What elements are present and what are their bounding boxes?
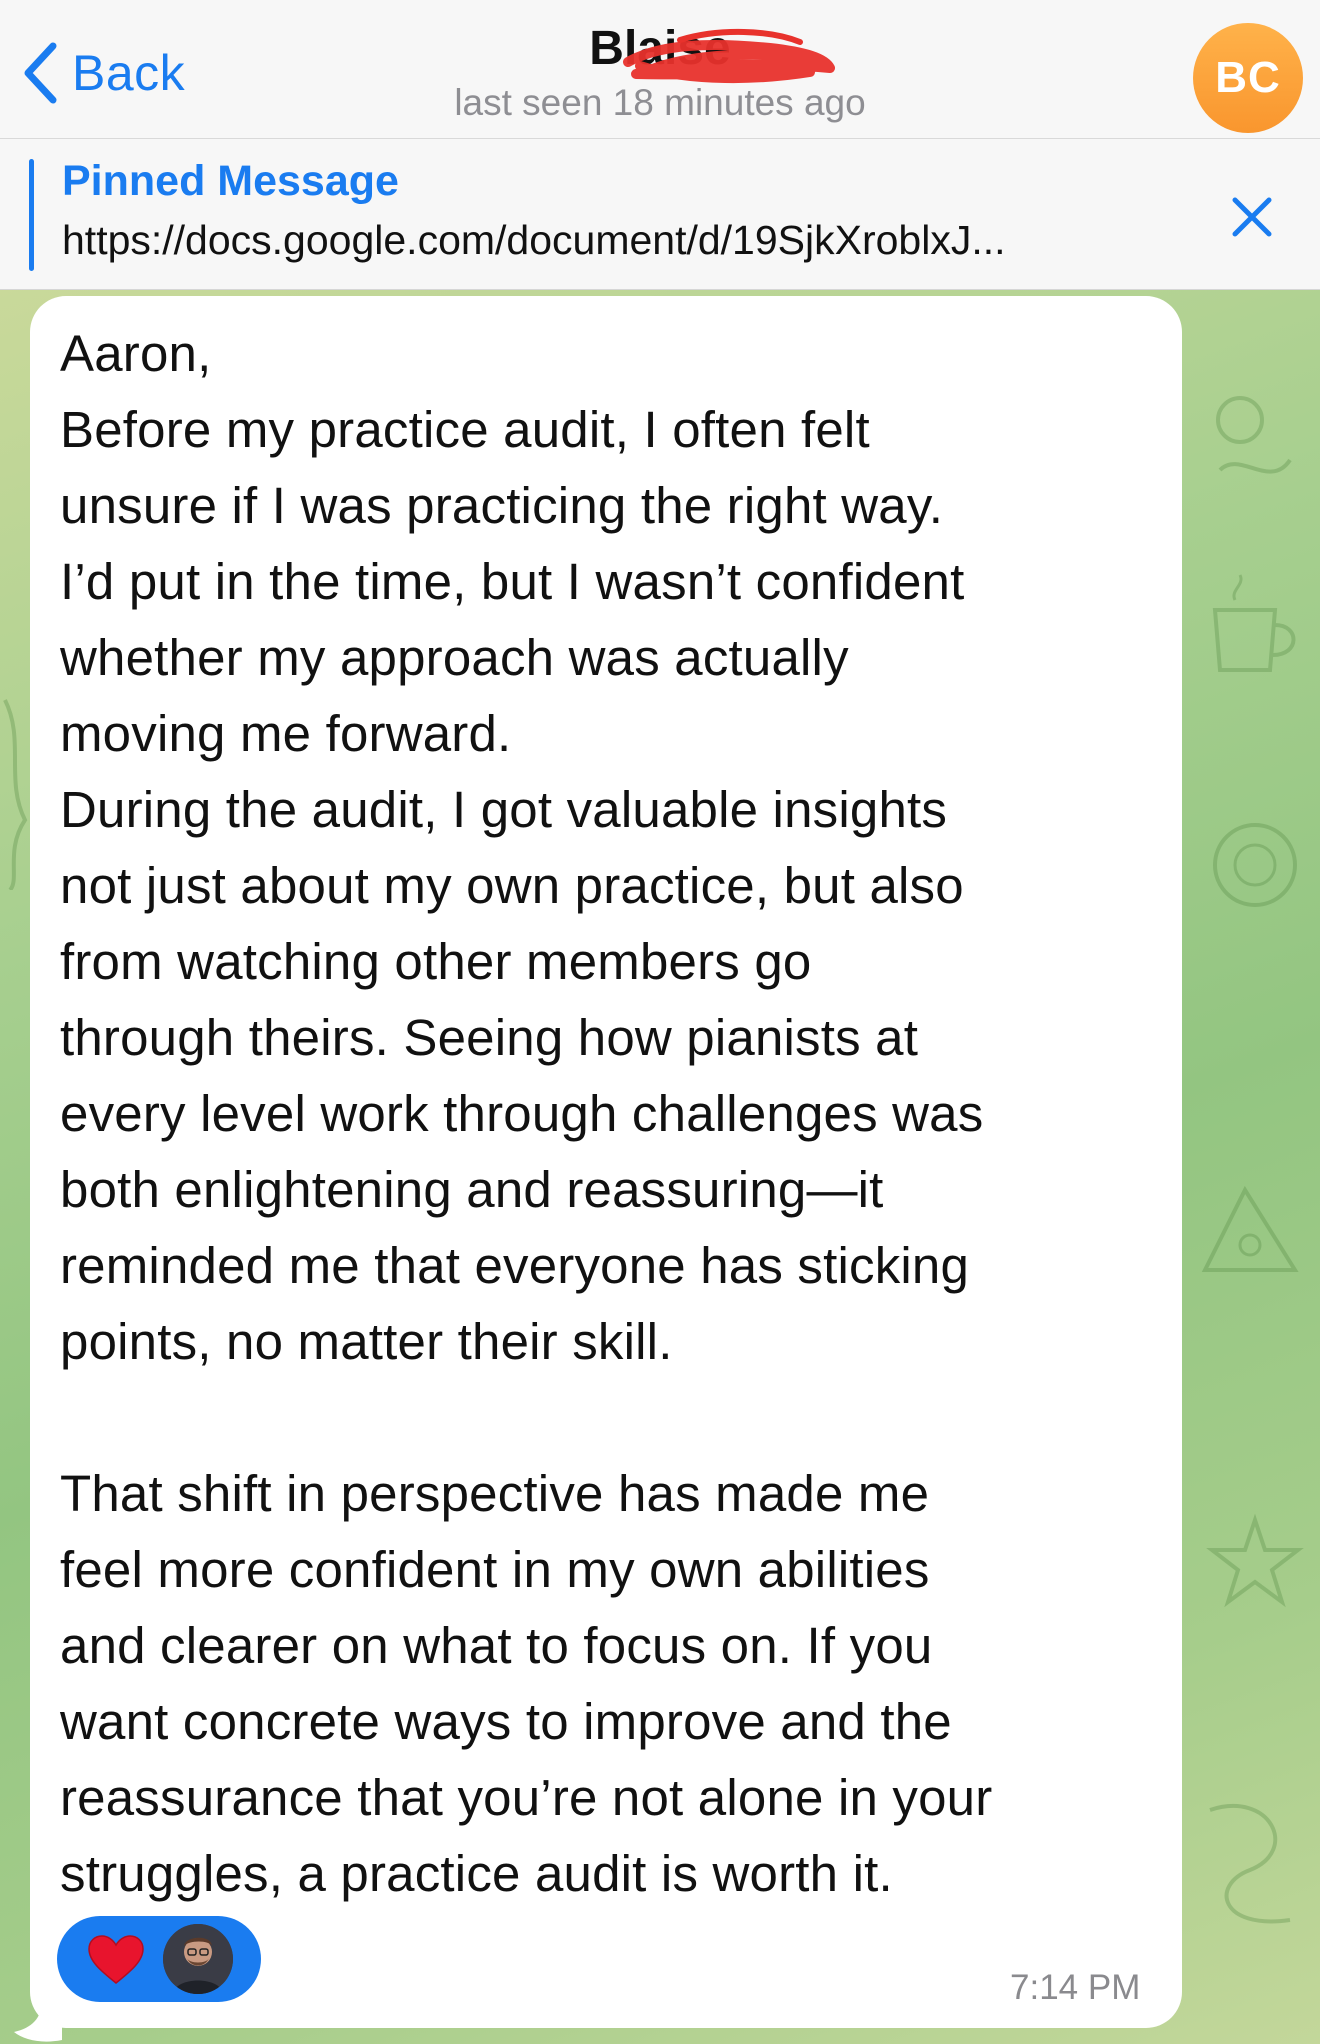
person-avatar-icon bbox=[163, 1924, 233, 1994]
wallpaper-doodle-icon bbox=[1201, 1185, 1299, 1272]
wallpaper-doodle-icon bbox=[1216, 396, 1292, 474]
heart-icon bbox=[88, 1935, 144, 1984]
message-timestamp: 7:14 PM bbox=[1010, 1968, 1141, 2007]
chat-title[interactable]: Blaise last seen 18 minutes ago bbox=[360, 14, 960, 124]
pinned-text: https://docs.google.com/document/d/19Sjk… bbox=[62, 217, 1006, 263]
close-icon[interactable] bbox=[1225, 190, 1279, 244]
message-bubble[interactable]: Aaron, Before my practice audit, I often… bbox=[30, 296, 1182, 2028]
contact-avatar[interactable]: BC bbox=[1193, 23, 1303, 133]
pinned-message-bar[interactable]: Pinned Message https://docs.google.com/d… bbox=[0, 139, 1320, 290]
wallpaper-doodle-icon bbox=[3, 699, 28, 890]
reaction-pill[interactable] bbox=[57, 1916, 261, 2002]
back-button[interactable]: Back bbox=[22, 38, 185, 108]
message-text: Aaron, Before my practice audit, I often… bbox=[60, 325, 993, 1902]
back-label: Back bbox=[72, 45, 186, 101]
redaction-scribble bbox=[623, 29, 835, 84]
reactor-avatar bbox=[163, 1924, 233, 1994]
chat-header: Back Blaise last seen 18 minutes ago BC bbox=[0, 0, 1320, 139]
pinned-accent-bar bbox=[29, 159, 34, 271]
pinned-title: Pinned Message bbox=[62, 157, 399, 205]
wallpaper-doodle-icon bbox=[1213, 823, 1297, 907]
chat-area[interactable]: Aaron, Before my practice audit, I often… bbox=[0, 290, 1320, 2044]
wallpaper-doodle-icon bbox=[1206, 1513, 1304, 1608]
chevron-left-icon bbox=[24, 42, 57, 104]
wallpaper-doodle-icon bbox=[1212, 574, 1296, 672]
wallpaper-doodle-icon bbox=[1209, 1803, 1291, 1924]
